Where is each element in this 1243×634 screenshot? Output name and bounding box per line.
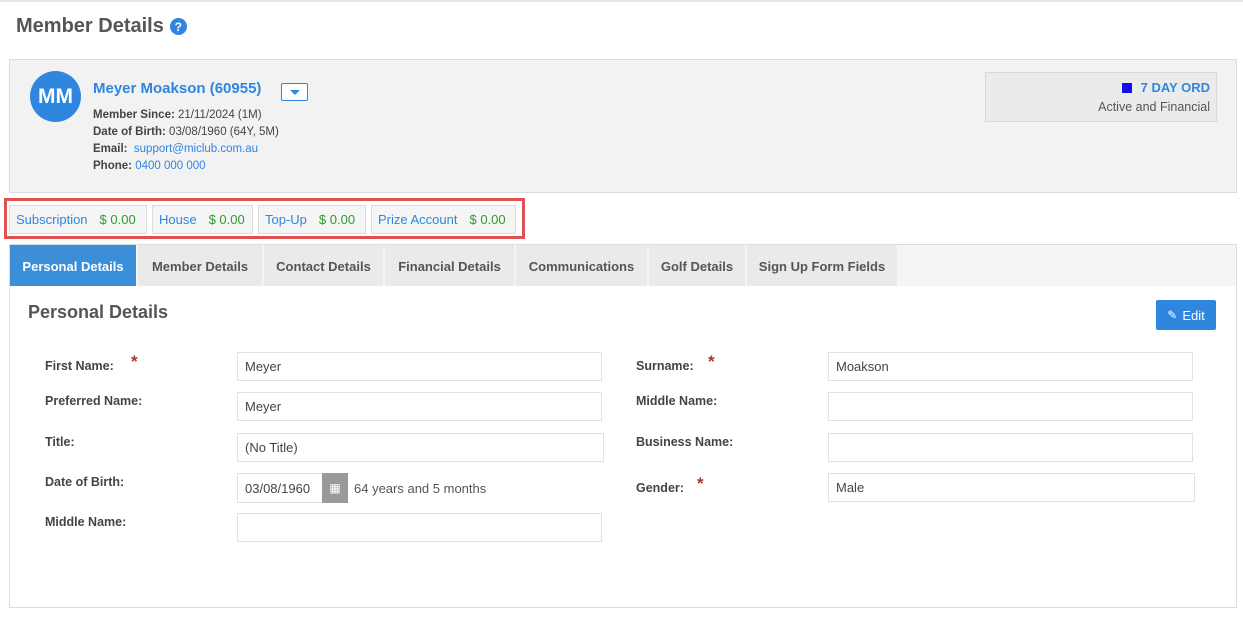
preferred-name-field[interactable]: Meyer	[237, 392, 602, 421]
preferred-name-label: Preferred Name:	[45, 394, 143, 408]
business-name-label: Business Name:	[636, 435, 734, 449]
balance-amount: $ 0.00	[99, 212, 136, 227]
member-since-label: Member Since:	[93, 109, 175, 121]
status-color-square	[1122, 83, 1132, 93]
tab-financial-details[interactable]: Financial Details	[385, 245, 514, 287]
business-name-field[interactable]	[828, 433, 1193, 462]
member-since-value: 21/11/2024 (1M)	[178, 109, 262, 121]
edit-button-label: Edit	[1182, 307, 1205, 323]
date-of-birth-field[interactable]: 03/08/1960	[237, 473, 323, 503]
phone-label: Phone:	[93, 160, 132, 172]
balance-label: Top-Up	[265, 212, 307, 227]
required-marker: *	[697, 474, 704, 493]
page-title-text: Member Details	[16, 15, 164, 37]
member-actions-dropdown[interactable]	[281, 83, 308, 101]
balance-house[interactable]: House $ 0.00	[152, 205, 253, 234]
dob-value: 03/08/1960 (64Y, 5M)	[169, 126, 279, 138]
email-label: Email:	[93, 143, 128, 155]
balance-label: Subscription	[16, 212, 88, 227]
balance-top-up[interactable]: Top-Up $ 0.00	[258, 205, 366, 234]
gender-field[interactable]: Male	[828, 473, 1195, 502]
tab-personal-details[interactable]: Personal Details	[10, 245, 136, 287]
balance-amount: $ 0.00	[469, 212, 506, 227]
membership-status-box: 7 DAY ORD Active and Financial	[985, 72, 1217, 122]
balance-label: House	[159, 212, 197, 227]
calendar-icon[interactable]: ▦	[322, 473, 348, 503]
page-title: Member Details ?	[16, 15, 187, 38]
title-label: Title:	[45, 435, 75, 449]
date-of-birth-label: Date of Birth:	[45, 475, 125, 489]
middle-name-label: Middle Name:	[636, 394, 718, 408]
balance-prize-account[interactable]: Prize Account $ 0.00	[371, 205, 516, 234]
middle-name-field-left[interactable]	[237, 513, 602, 542]
first-name-label: First Name:	[45, 359, 114, 373]
required-marker: *	[131, 352, 138, 371]
section-title: Personal Details	[28, 302, 169, 322]
age-text: 64 years and 5 months	[354, 481, 487, 496]
member-info: Member Since: 21/11/2024 (1M) Date of Bi…	[93, 107, 279, 175]
edit-button[interactable]: ✎ Edit	[1156, 300, 1216, 330]
required-marker: *	[708, 352, 715, 371]
caret-down-icon	[289, 89, 300, 95]
membership-status-text: Active and Financial	[1098, 100, 1210, 114]
membership-type: 7 DAY ORD	[1140, 80, 1210, 95]
help-icon[interactable]: ?	[169, 18, 187, 35]
top-divider	[0, 0, 1243, 2]
surname-field[interactable]: Moakson	[828, 352, 1193, 381]
phone-link[interactable]: 0400 000 000	[135, 160, 205, 172]
middle-name-label: Middle Name:	[45, 515, 127, 529]
dob-label: Date of Birth:	[93, 126, 166, 138]
balance-subscription[interactable]: Subscription $ 0.00	[9, 205, 147, 234]
title-field[interactable]: (No Title)	[237, 433, 604, 462]
tab-golf-details[interactable]: Golf Details	[649, 245, 745, 287]
middle-name-field[interactable]	[828, 392, 1193, 421]
surname-label: Surname:	[636, 359, 694, 373]
balance-amount: $ 0.00	[318, 212, 356, 227]
email-link[interactable]: support@miclub.com.au	[134, 143, 258, 155]
tab-member-details[interactable]: Member Details	[138, 245, 262, 287]
pencil-icon: ✎	[1167, 308, 1178, 322]
first-name-field[interactable]: Meyer	[237, 352, 602, 381]
balance-label: Prize Account	[378, 212, 458, 227]
tab-communications[interactable]: Communications	[516, 245, 647, 287]
member-name-link[interactable]: Meyer Moakson (60955)	[93, 80, 261, 97]
email-row: Email: support@miclub.com.au	[93, 141, 279, 158]
tab-bar: Personal Details Member Details Contact …	[9, 244, 1237, 287]
dob-row: Date of Birth: 03/08/1960 (64Y, 5M)	[93, 124, 279, 141]
phone-row: Phone: 0400 000 000	[93, 158, 279, 175]
tab-sign-up-form-fields[interactable]: Sign Up Form Fields	[747, 245, 897, 287]
tab-contact-details[interactable]: Contact Details	[264, 245, 383, 287]
member-since-row: Member Since: 21/11/2024 (1M)	[93, 107, 279, 124]
balance-amount: $ 0.00	[208, 212, 245, 227]
avatar: MM	[30, 71, 81, 122]
gender-label: Gender:	[636, 481, 684, 495]
member-summary-card: MM Meyer Moakson (60955) Member Since: 2…	[9, 59, 1237, 193]
